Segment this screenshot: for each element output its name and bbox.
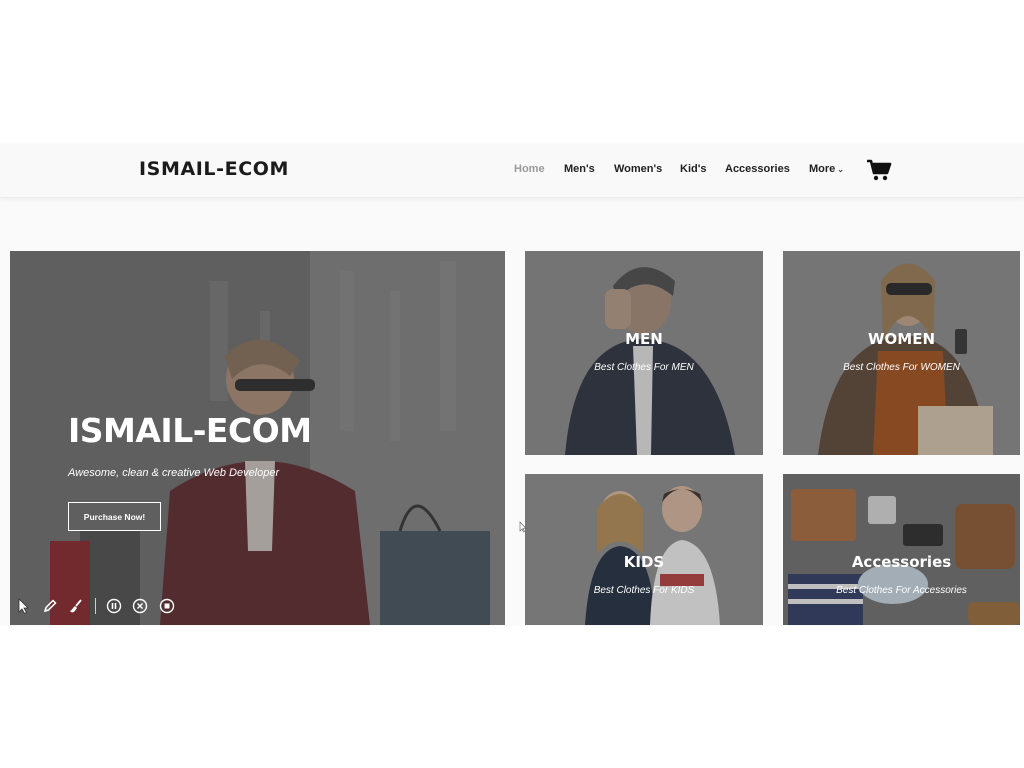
nav-item-more[interactable]: More ⌄ bbox=[809, 163, 844, 175]
brush-icon[interactable] bbox=[63, 592, 90, 619]
women-category-image bbox=[783, 251, 1020, 455]
hero-subtitle: Awesome, clean & creative Web Developer bbox=[68, 467, 280, 479]
category-card-accessories[interactable]: Accessories Best Clothes For Accessories bbox=[783, 474, 1020, 625]
pause-icon[interactable] bbox=[100, 592, 127, 619]
nav-item-mens[interactable]: Men's bbox=[564, 163, 595, 175]
chevron-down-icon: ⌄ bbox=[837, 165, 844, 174]
hero-banner: ISMAIL-ECOM Awesome, clean & creative We… bbox=[10, 251, 505, 625]
pencil-icon[interactable] bbox=[37, 592, 64, 619]
brand-logo[interactable]: ISMAIL-ECOM bbox=[139, 158, 289, 180]
nav-item-home[interactable]: Home bbox=[514, 163, 545, 175]
men-category-image bbox=[525, 251, 763, 455]
card-title: KIDS bbox=[623, 553, 665, 571]
recording-toolbar bbox=[10, 592, 180, 619]
nav-item-womens[interactable]: Women's bbox=[614, 163, 662, 175]
category-card-men[interactable]: MEN Best Clothes For MEN bbox=[525, 251, 763, 455]
card-subtitle: Best Clothes For WOMEN bbox=[843, 362, 960, 373]
card-subtitle: Best Clothes For MEN bbox=[594, 362, 694, 373]
card-title: WOMEN bbox=[867, 330, 936, 348]
nav-item-more-label: More bbox=[809, 163, 836, 175]
pointer-icon[interactable] bbox=[10, 592, 37, 619]
stop-icon[interactable] bbox=[153, 592, 180, 619]
shopping-cart-icon[interactable] bbox=[866, 158, 892, 182]
accessories-category-image bbox=[783, 474, 1020, 625]
hero-title: ISMAIL-ECOM bbox=[68, 411, 312, 450]
card-subtitle: Best Clothes For KIDS bbox=[593, 585, 695, 596]
toolbar-divider bbox=[94, 597, 96, 614]
kids-category-image bbox=[525, 474, 763, 625]
close-circle-icon[interactable] bbox=[127, 592, 154, 619]
purchase-now-button[interactable]: Purchase Now! bbox=[68, 502, 161, 531]
card-title: Accessories bbox=[851, 553, 952, 571]
mouse-cursor-icon bbox=[519, 520, 527, 533]
nav-item-kids[interactable]: Kid's bbox=[680, 163, 706, 175]
card-subtitle: Best Clothes For Accessories bbox=[836, 585, 967, 596]
nav-item-accessories[interactable]: Accessories bbox=[725, 163, 790, 175]
category-card-women[interactable]: WOMEN Best Clothes For WOMEN bbox=[783, 251, 1020, 455]
category-card-kids[interactable]: KIDS Best Clothes For KIDS bbox=[525, 474, 763, 625]
card-title: MEN bbox=[625, 330, 663, 348]
